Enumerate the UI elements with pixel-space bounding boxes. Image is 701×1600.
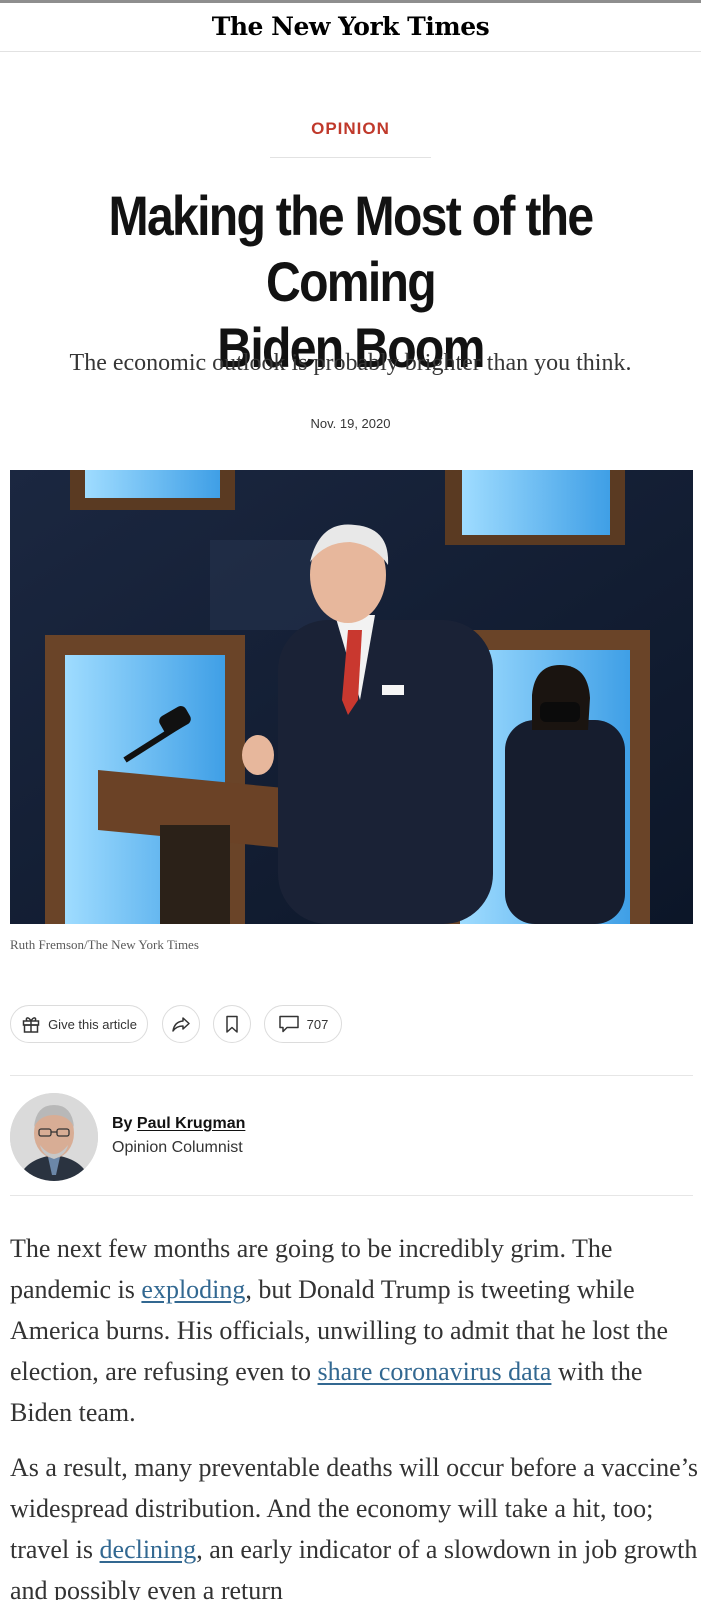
section-kicker[interactable]: OPINION <box>0 119 701 139</box>
paragraph-2: As a result, many preventable deaths wil… <box>10 1447 698 1600</box>
byline: By Paul Krugman Opinion Columnist <box>10 1093 693 1181</box>
comment-icon <box>278 1014 300 1034</box>
author-link[interactable]: Paul Krugman <box>137 1115 245 1132</box>
byline-text: By Paul Krugman <box>112 1115 245 1133</box>
photo-credit: Ruth Fremson/The New York Times <box>10 937 199 952</box>
save-button[interactable] <box>213 1005 251 1043</box>
divider-top <box>10 1075 693 1076</box>
masthead-logo[interactable]: The New York Times <box>0 12 701 41</box>
headline-line-1: Making the Most of the Coming <box>108 184 595 313</box>
link-exploding[interactable]: exploding <box>141 1275 245 1304</box>
paragraph-1: The next few months are going to be incr… <box>10 1228 698 1433</box>
share-icon <box>171 1014 191 1034</box>
link-declining[interactable]: declining <box>100 1535 197 1564</box>
byline-prefix: By <box>112 1115 133 1132</box>
comments-button[interactable]: 707 <box>264 1005 342 1043</box>
author-role: Opinion Columnist <box>112 1139 243 1156</box>
top-bar: The New York Times <box>0 0 701 52</box>
link-share-coronavirus-data[interactable]: share coronavirus data <box>318 1357 552 1386</box>
avatar[interactable] <box>10 1093 98 1181</box>
lead-photo <box>10 470 693 924</box>
kicker-divider <box>270 157 431 158</box>
gift-article-button[interactable]: Give this article <box>10 1005 148 1043</box>
divider-bottom <box>10 1195 693 1196</box>
article-body: The next few months are going to be incr… <box>10 1228 698 1600</box>
gift-article-label: Give this article <box>48 1016 137 1032</box>
article-summary: The economic outlook is probably brighte… <box>69 350 632 376</box>
bookmark-icon <box>222 1014 242 1034</box>
comments-count: 707 <box>306 1016 329 1032</box>
share-button[interactable] <box>162 1005 200 1043</box>
gift-icon <box>21 1014 41 1034</box>
publish-date: Nov. 19, 2020 <box>310 416 391 431</box>
